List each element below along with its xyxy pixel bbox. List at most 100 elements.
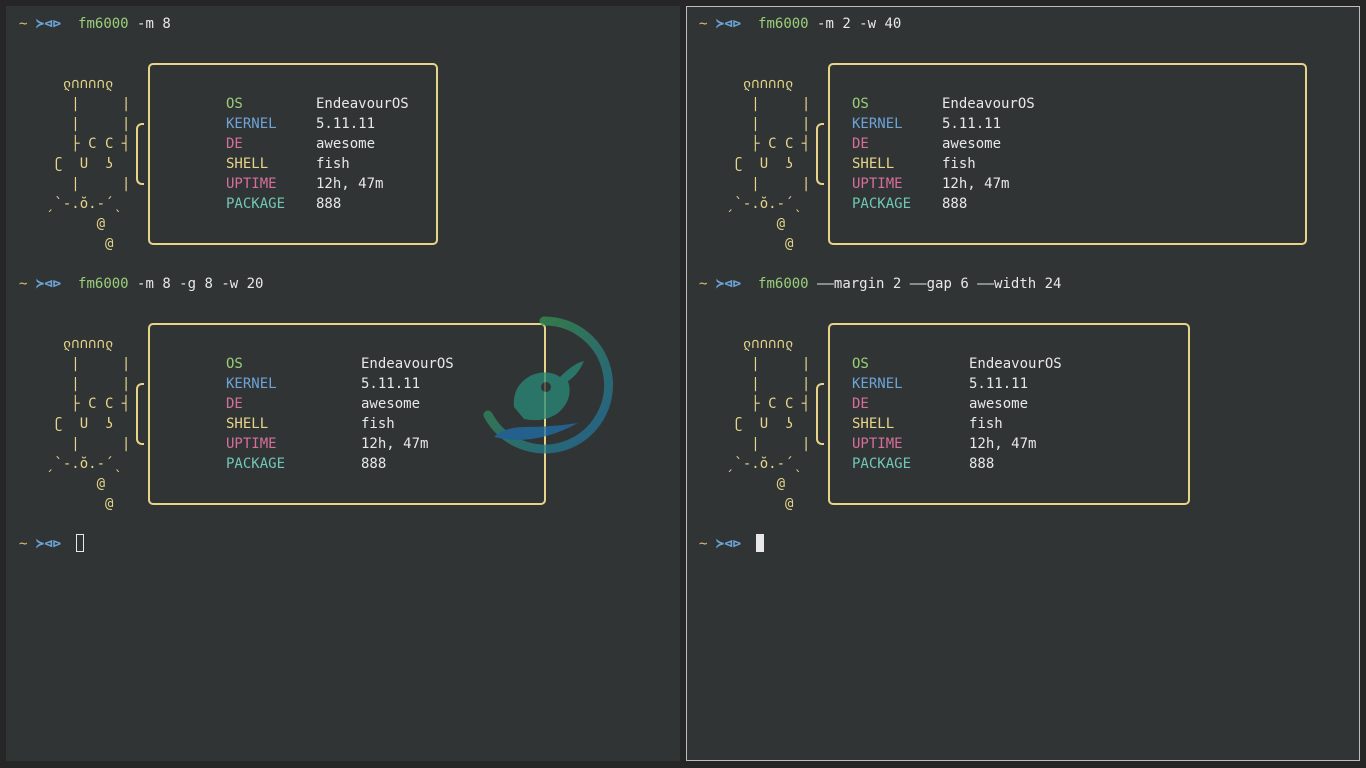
info-value: 888	[969, 456, 995, 472]
info-row: DE awesome	[852, 394, 1062, 414]
info-key: SHELL	[226, 416, 269, 432]
info-list: OS EndeavourOS KERNEL 5.11.11 DE awesome SHELL…	[852, 94, 1035, 214]
info-key: OS	[852, 96, 869, 112]
ascii-art-cat: ლ∩∩∩∩ლ | | | | ├ C C ┤ ʗ U ʖ | | ˏ`-.ŏ.-…	[46, 76, 131, 252]
info-row: KERNEL 5.11.11	[226, 374, 454, 394]
info-row: SHELL fish	[852, 414, 1062, 434]
prompt-tilde: ~	[19, 16, 28, 32]
info-key: UPTIME	[226, 436, 277, 452]
info-key: PACKAGE	[852, 456, 912, 472]
info-key: SHELL	[226, 156, 269, 172]
info-value: 888	[361, 456, 387, 472]
info-row: OS EndeavourOS	[226, 354, 454, 374]
command-args: -m 8 -g 8 -w 20	[128, 276, 264, 292]
prompt-tilde: ~	[19, 276, 28, 292]
command-args: -m 2 -w 40	[808, 16, 902, 32]
info-row: DE awesome	[852, 134, 1035, 154]
prompt-arrows: ≻⊲⊳	[35, 276, 62, 292]
info-key: KERNEL	[226, 376, 277, 392]
prompt-line: ~ ≻⊲⊳ fm6000 -m 2 -w 40	[699, 14, 901, 34]
terminal-cursor[interactable]	[755, 534, 764, 552]
ascii-art-cat: ლ∩∩∩∩ლ | | | | ├ C C ┤ ʗ U ʖ | | ˏ`-.ŏ.-…	[726, 336, 811, 512]
info-key: KERNEL	[852, 116, 903, 132]
info-row: DE awesome	[226, 134, 409, 154]
prompt-arrows: ≻⊲⊳	[35, 16, 62, 32]
info-key: KERNEL	[226, 116, 277, 132]
info-key: UPTIME	[852, 436, 903, 452]
info-key: DE	[852, 136, 869, 152]
watermark-logo	[483, 316, 614, 454]
command-args: ——margin 2 ——gap 6 ——width 24	[808, 276, 1062, 292]
terminal-pane-right[interactable]: ~ ≻⊲⊳ fm6000 -m 2 -w 40 ლ∩∩∩∩ლ | | | | ├…	[686, 6, 1360, 761]
terminal-cursor[interactable]	[75, 534, 84, 552]
info-value: 12h, 47m	[969, 436, 1037, 452]
info-row: OS EndeavourOS	[852, 354, 1062, 374]
info-row: DE awesome	[226, 394, 454, 414]
info-key: PACKAGE	[852, 196, 912, 212]
info-row: OS EndeavourOS	[852, 94, 1035, 114]
info-key: OS	[226, 356, 243, 372]
info-value: 5.11.11	[969, 376, 1029, 392]
info-row: OS EndeavourOS	[226, 94, 409, 114]
prompt-tilde: ~	[19, 536, 28, 552]
info-key: KERNEL	[852, 376, 903, 392]
info-key: SHELL	[852, 416, 895, 432]
info-row: SHELL fish	[852, 154, 1035, 174]
info-value: 888	[316, 196, 342, 212]
command-name: fm6000	[78, 16, 129, 32]
ascii-art-cat: ლ∩∩∩∩ლ | | | | ├ C C ┤ ʗ U ʖ | | ˏ`-.ŏ.-…	[46, 336, 131, 512]
info-value: EndeavourOS	[316, 96, 409, 112]
info-row: PACKAGE 888	[852, 194, 1035, 214]
box-brace	[136, 383, 144, 445]
info-row: PACKAGE 888	[852, 454, 1062, 474]
info-row: UPTIME 12h, 47m	[852, 434, 1062, 454]
info-value: awesome	[969, 396, 1029, 412]
prompt-arrows: ≻⊲⊳	[715, 276, 742, 292]
prompt-line: ~ ≻⊲⊳ fm6000 -m 8	[19, 14, 171, 34]
info-value: awesome	[316, 136, 376, 152]
box-brace	[816, 123, 824, 185]
info-value: 12h, 47m	[361, 436, 429, 452]
info-value: awesome	[361, 396, 421, 412]
command-name: fm6000	[758, 16, 809, 32]
command-args: -m 8	[128, 16, 171, 32]
prompt-line: ~ ≻⊲⊳	[699, 534, 764, 554]
info-key: OS	[226, 96, 243, 112]
box-brace	[816, 383, 824, 445]
info-key: UPTIME	[226, 176, 277, 192]
info-row: SHELL fish	[226, 154, 409, 174]
info-key: DE	[226, 396, 243, 412]
info-value: awesome	[942, 136, 1002, 152]
info-key: UPTIME	[852, 176, 903, 192]
info-value: fish	[361, 416, 395, 432]
info-row: UPTIME 12h, 47m	[226, 434, 454, 454]
command-name: fm6000	[78, 276, 129, 292]
box-brace	[136, 123, 144, 185]
info-row: PACKAGE 888	[226, 194, 409, 214]
info-value: EndeavourOS	[942, 96, 1035, 112]
info-value: fish	[316, 156, 350, 172]
info-value: 5.11.11	[316, 116, 376, 132]
info-value: 12h, 47m	[942, 176, 1010, 192]
info-value: 888	[942, 196, 968, 212]
prompt-arrows: ≻⊲⊳	[715, 16, 742, 32]
info-row: UPTIME 12h, 47m	[852, 174, 1035, 194]
info-key: SHELL	[852, 156, 895, 172]
command-name: fm6000	[758, 276, 809, 292]
prompt-tilde: ~	[699, 276, 708, 292]
info-row: SHELL fish	[226, 414, 454, 434]
info-list: OS EndeavourOS KERNEL 5.11.11 DE awesome SHELL…	[226, 354, 454, 474]
info-list: OS EndeavourOS KERNEL 5.11.11 DE awesome SHELL…	[852, 354, 1062, 474]
prompt-arrows: ≻⊲⊳	[35, 536, 62, 552]
info-key: DE	[226, 136, 243, 152]
info-row: KERNEL 5.11.11	[852, 114, 1035, 134]
info-key: DE	[852, 396, 869, 412]
prompt-line: ~ ≻⊲⊳ fm6000 ——margin 2 ——gap 6 ——width …	[699, 274, 1061, 294]
info-row: PACKAGE 888	[226, 454, 454, 474]
info-value: fish	[942, 156, 976, 172]
prompt-tilde: ~	[699, 16, 708, 32]
info-value: 12h, 47m	[316, 176, 384, 192]
info-key: PACKAGE	[226, 456, 286, 472]
info-key: OS	[852, 356, 869, 372]
info-list: OS EndeavourOS KERNEL 5.11.11 DE awesome SHELL…	[226, 94, 409, 214]
